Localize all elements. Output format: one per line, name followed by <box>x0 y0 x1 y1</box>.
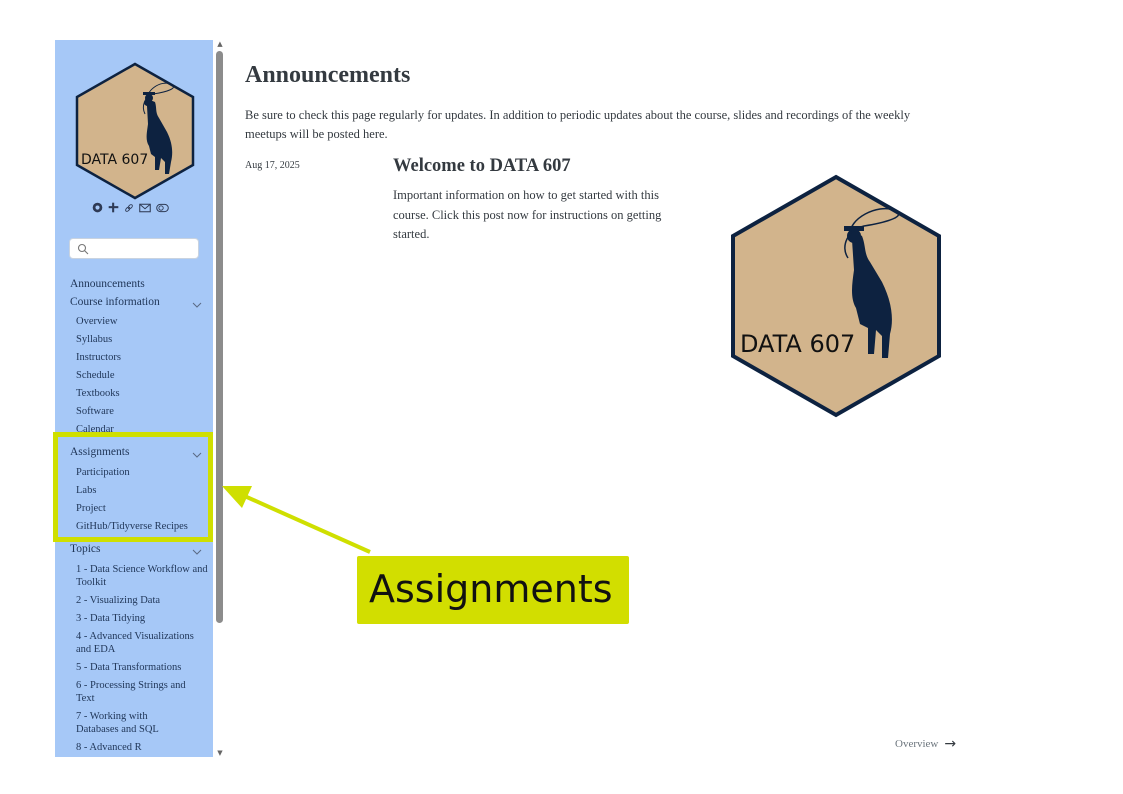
sidebar-item-syllabus[interactable]: Syllabus <box>76 333 112 346</box>
sidebar-item-announcements[interactable]: Announcements <box>70 278 145 290</box>
highlight-box <box>53 432 213 542</box>
page-title: Announcements <box>245 62 411 88</box>
sidebar-item-topic-1[interactable]: 1 - Data Science Workflow and Toolkit <box>76 563 208 589</box>
sidebar-item-topic-6[interactable]: 6 - Processing Strings and Text <box>76 679 201 705</box>
intro-text: Be sure to check this page regularly for… <box>245 108 911 141</box>
chevron-down-icon[interactable] <box>192 548 202 556</box>
search-field[interactable] <box>69 238 199 259</box>
sidebar-item-topic-5[interactable]: 5 - Data Transformations <box>76 661 181 674</box>
sidebar-tools <box>92 202 182 216</box>
post-title[interactable]: Welcome to DATA 607 <box>393 156 571 177</box>
toggle-icon[interactable] <box>156 203 169 216</box>
post-date: Aug 17, 2025 <box>245 160 300 171</box>
arrow-right-icon[interactable]: → <box>944 736 956 752</box>
sidebar: DATA 607 Announcements Course informatio… <box>55 40 213 757</box>
mail-icon[interactable] <box>139 203 151 216</box>
sidebar-item-topics[interactable]: Topics <box>70 543 101 555</box>
callout-text: Assignments <box>369 567 613 611</box>
github-icon[interactable] <box>92 202 103 216</box>
sidebar-item-course-information[interactable]: Course information <box>70 296 160 308</box>
next-page-link[interactable]: Overview → <box>895 736 956 752</box>
sidebar-item-topic-7[interactable]: 7 - Working with Databases and SQL <box>76 710 176 736</box>
next-page-label[interactable]: Overview <box>895 738 938 750</box>
sidebar-item-software[interactable]: Software <box>76 405 114 418</box>
sidebar-item-overview[interactable]: Overview <box>76 315 117 328</box>
logo[interactable]: DATA 607 <box>75 62 195 200</box>
scroll-up-icon[interactable]: ▲ <box>216 40 224 48</box>
search-input[interactable] <box>92 241 196 258</box>
sidebar-item-topic-3[interactable]: 3 - Data Tidying <box>76 612 145 625</box>
sidebar-item-textbooks[interactable]: Textbooks <box>76 387 120 400</box>
post-description[interactable]: Important information on how to get star… <box>393 186 683 245</box>
scroll-down-icon[interactable]: ▼ <box>216 749 224 757</box>
sidebar-item-topic-2[interactable]: 2 - Visualizing Data <box>76 594 160 607</box>
search-icon <box>77 243 89 255</box>
logo-text: DATA 607 <box>81 152 148 168</box>
sidebar-item-topic-8[interactable]: 8 - Advanced R <box>76 741 142 754</box>
callout-arrow-icon <box>222 486 371 554</box>
chevron-down-icon[interactable] <box>192 301 202 309</box>
sidebar-scrollbar[interactable]: ▲ ▼ <box>214 40 226 757</box>
slack-icon[interactable] <box>108 202 119 216</box>
sidebar-item-instructors[interactable]: Instructors <box>76 351 121 364</box>
post-image[interactable]: DATA 607 <box>730 174 942 418</box>
sidebar-item-schedule[interactable]: Schedule <box>76 369 115 382</box>
callout-label: Assignments <box>357 556 629 624</box>
link-icon[interactable] <box>124 203 134 216</box>
sidebar-item-topic-4[interactable]: 4 - Advanced Visualizations and EDA <box>76 630 196 656</box>
post-image-text: DATA 607 <box>740 330 855 358</box>
